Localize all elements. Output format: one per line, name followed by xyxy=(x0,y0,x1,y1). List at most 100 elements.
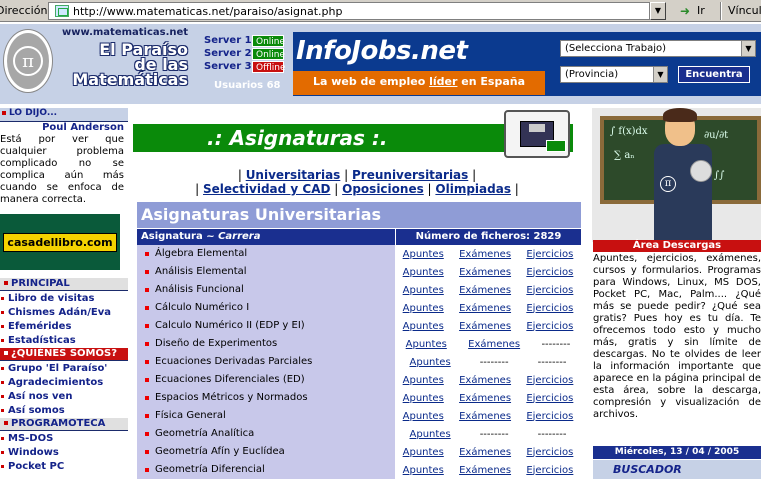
ejercicios-link[interactable]: Ejercicios xyxy=(526,267,573,278)
nav-link-selectividad[interactable]: Selectividad y CAD xyxy=(203,182,330,196)
bullet-icon xyxy=(1,409,4,412)
examenes-link[interactable]: Exámenes xyxy=(459,321,511,332)
apuntes-link[interactable]: Apuntes xyxy=(403,303,444,314)
examenes-link[interactable]: Exámenes xyxy=(459,447,511,458)
subject-name: Diseño de Experimentos xyxy=(155,338,278,349)
table-row: Calculo Numérico II (EDP y EI) Apuntes Exá… xyxy=(137,317,581,335)
menu-item[interactable]: Así nos ven xyxy=(0,390,128,403)
bullet-icon xyxy=(145,270,149,274)
apuntes-link[interactable]: Apuntes xyxy=(410,429,451,440)
pi-icon: π xyxy=(660,176,676,192)
links-label[interactable]: Vínculos xyxy=(728,4,761,17)
go-arrow-icon[interactable]: ➜ xyxy=(680,4,690,18)
examenes-link[interactable]: Exámenes xyxy=(459,375,511,386)
nav-link-preuniversitarias[interactable]: Preuniversitarias xyxy=(352,168,468,182)
nav-link-olimpiadas[interactable]: Olimpiadas xyxy=(435,182,511,196)
apuntes-link[interactable]: Apuntes xyxy=(403,285,444,296)
quote-author: Poul Anderson xyxy=(42,122,124,133)
tagline-underlined: líder xyxy=(429,75,458,88)
apuntes-link[interactable]: Apuntes xyxy=(403,267,444,278)
person-graphic xyxy=(654,144,712,240)
examenes-link[interactable]: Exámenes xyxy=(459,465,511,476)
menu-item[interactable]: Windows xyxy=(0,446,128,459)
subject-name: Espacios Métricos y Normados xyxy=(155,392,308,403)
job-select-value: (Selecciona Trabajo) xyxy=(565,43,667,54)
server-label: Server 1 xyxy=(204,35,252,46)
current-date: Miércoles, 13 / 04 / 2005 xyxy=(593,446,761,459)
ejercicios-link: -------- xyxy=(537,428,567,440)
site-logo[interactable]: π xyxy=(4,30,52,92)
ejercicios-link[interactable]: Ejercicios xyxy=(526,285,573,296)
menu-item[interactable]: Estadísticas xyxy=(0,334,128,347)
download-area-text: Apuntes, ejercicios, exámenes, cursos y … xyxy=(593,253,761,420)
ejercicios-link[interactable]: Ejercicios xyxy=(526,393,573,404)
subject-name: Álgebra Elemental xyxy=(155,248,248,259)
subject-name: Calculo Numérico II (EDP y EI) xyxy=(155,320,305,331)
table-row: Análisis Funcional Apuntes Exámenes Ejercic… xyxy=(137,281,581,299)
apuntes-link[interactable]: Apuntes xyxy=(410,357,451,368)
address-dropdown-icon[interactable]: ▼ xyxy=(650,2,666,20)
address-input[interactable]: http://www.matematicas.net/paraiso/asign… xyxy=(48,2,650,20)
files-cell: Apuntes Exámenes -------- xyxy=(395,335,581,353)
quote-heading-text: LO DIJO... xyxy=(9,108,58,118)
menu-item[interactable]: Libro de visitas xyxy=(0,292,128,305)
apuntes-link[interactable]: Apuntes xyxy=(403,447,444,458)
ejercicios-link[interactable]: Ejercicios xyxy=(526,303,573,314)
menu-head-text: PROGRAMOTECA xyxy=(11,418,106,429)
menu-item[interactable]: MS-DOS xyxy=(0,432,128,445)
nav-link-universitarias[interactable]: Universitarias xyxy=(246,168,341,182)
go-button[interactable]: Ir xyxy=(697,4,705,17)
apuntes-link[interactable]: Apuntes xyxy=(403,321,444,332)
subject-cell: Geometría Afín y Euclídea xyxy=(137,443,395,461)
chevron-down-icon[interactable]: ▼ xyxy=(653,67,667,82)
bullet-icon xyxy=(1,367,4,370)
examenes-link[interactable]: Exámenes xyxy=(459,393,511,404)
apuntes-link[interactable]: Apuntes xyxy=(403,393,444,404)
chevron-down-icon[interactable]: ▼ xyxy=(741,41,755,56)
apuntes-link[interactable]: Apuntes xyxy=(403,375,444,386)
menu-item-label: Grupo 'El Paraíso' xyxy=(8,363,108,374)
table-header: Asignatura ~ Carrera Número de ficheros:… xyxy=(137,229,581,245)
job-select[interactable]: (Selecciona Trabajo) ▼ xyxy=(560,40,756,57)
ejercicios-link[interactable]: Ejercicios xyxy=(526,321,573,332)
subject-cell: Análisis Funcional xyxy=(137,281,395,299)
apuntes-link[interactable]: Apuntes xyxy=(406,339,447,350)
ejercicios-link[interactable]: Ejercicios xyxy=(526,375,573,386)
examenes-link[interactable]: Exámenes xyxy=(468,339,520,350)
menu-item[interactable]: Pocket PC xyxy=(0,460,128,473)
encuentra-button[interactable]: Encuentra xyxy=(678,66,750,83)
infojobs-logo[interactable]: InfoJobs.net xyxy=(296,36,468,66)
apuntes-link[interactable]: Apuntes xyxy=(403,465,444,476)
examenes-link[interactable]: Exámenes xyxy=(459,249,511,260)
download-area-title[interactable]: Área Descargas xyxy=(593,240,761,252)
table-row: Física General Apuntes Exámenes Ejercicios xyxy=(137,407,581,425)
bullet-icon xyxy=(4,281,8,285)
nav-link-oposiciones[interactable]: Oposiciones xyxy=(342,182,424,196)
menu-item[interactable]: Grupo 'El Paraíso' xyxy=(0,362,128,375)
casadellibro-banner[interactable]: casadellibro.com xyxy=(0,214,120,270)
examenes-link[interactable]: Exámenes xyxy=(459,303,511,314)
table-row: Análisis Elemental Apuntes Exámenes Ejercic… xyxy=(137,263,581,281)
table-row: Geometría Analítica Apuntes -------- ------… xyxy=(137,425,581,443)
menu-item-label: Así nos ven xyxy=(8,391,73,402)
examenes-link[interactable]: Exámenes xyxy=(459,267,511,278)
menu-item[interactable]: Así somos xyxy=(0,404,128,417)
province-select[interactable]: (Provincia) ▼ xyxy=(560,66,668,83)
ejercicios-link[interactable]: Ejercicios xyxy=(526,411,573,422)
site-url[interactable]: www.matematicas.net xyxy=(62,27,188,38)
menu-item[interactable]: Efemérides xyxy=(0,320,128,333)
server-label: Server 2 xyxy=(204,48,252,59)
apuntes-link[interactable]: Apuntes xyxy=(403,249,444,260)
examenes-link[interactable]: Exámenes xyxy=(459,411,511,422)
menu-item[interactable]: Chismes Adán/Eva xyxy=(0,306,128,319)
apuntes-link[interactable]: Apuntes xyxy=(403,411,444,422)
ejercicios-link[interactable]: Ejercicios xyxy=(526,465,573,476)
menu-item[interactable]: Agradecimientos xyxy=(0,376,128,389)
examenes-link[interactable]: Exámenes xyxy=(459,285,511,296)
quote-text: Está por ver que cualquier problema comp… xyxy=(0,134,124,205)
ejercicios-link[interactable]: Ejercicios xyxy=(526,447,573,458)
bullet-icon xyxy=(1,437,4,440)
ejercicios-link[interactable]: Ejercicios xyxy=(526,249,573,260)
quote-heading: LO DIJO... xyxy=(0,108,128,122)
menu-head-text: ¿QUIÉNES SOMOS? xyxy=(11,348,118,359)
